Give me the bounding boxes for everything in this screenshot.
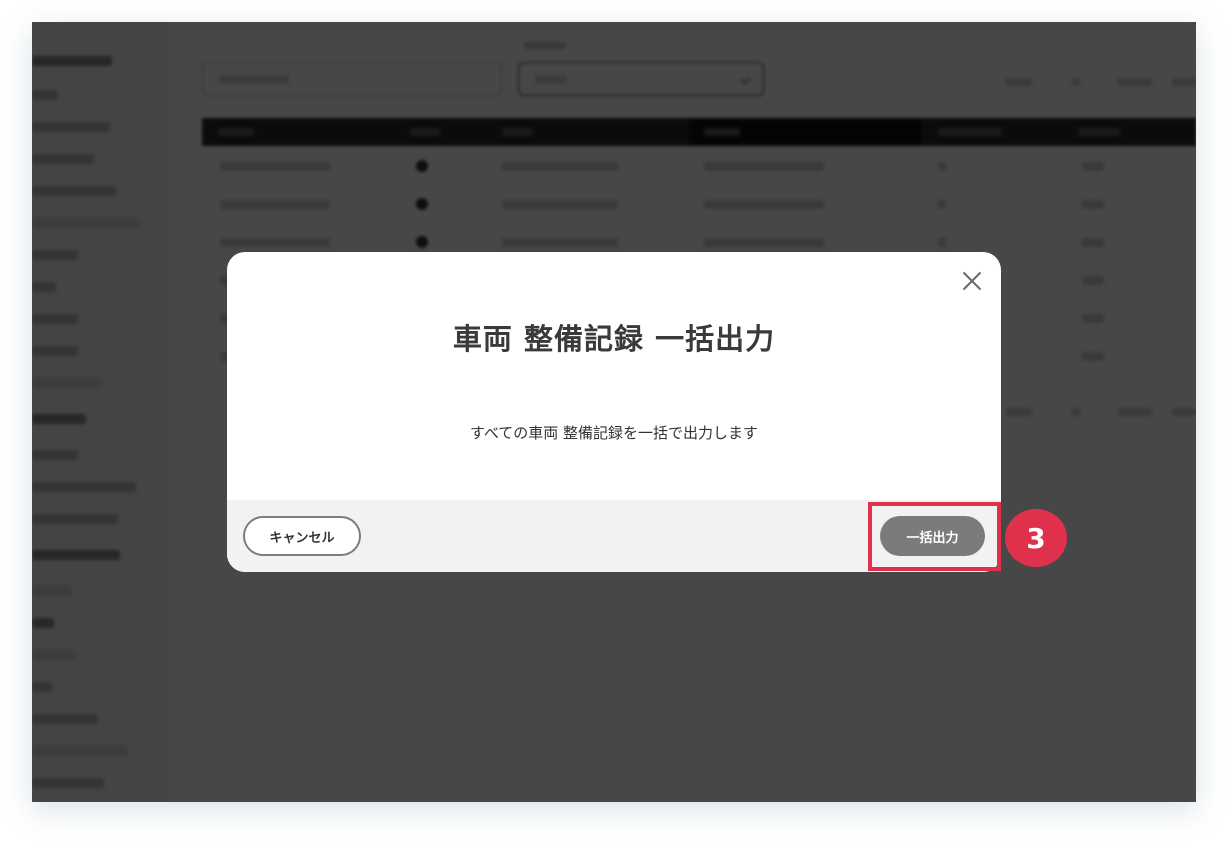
- dialog-title: 車両 整備記録 一括出力: [452, 322, 776, 356]
- dialog-message: すべての車両 整備記録を一括で出力します: [469, 424, 759, 442]
- dialog-footer: キャンセル 一括出力: [227, 500, 1001, 572]
- bulk-export-dialog: 車両 整備記録 一括出力 すべての車両 整備記録を一括で出力します キャンセル …: [227, 252, 1001, 572]
- step-number-badge: 3: [1005, 509, 1067, 567]
- cancel-button[interactable]: キャンセル: [243, 516, 361, 556]
- close-icon[interactable]: [957, 266, 987, 296]
- bulk-export-button[interactable]: 一括出力: [880, 516, 985, 556]
- screenshot-frame: 車両 整備記録 一括出力 すべての車両 整備記録を一括で出力します キャンセル …: [32, 22, 1196, 802]
